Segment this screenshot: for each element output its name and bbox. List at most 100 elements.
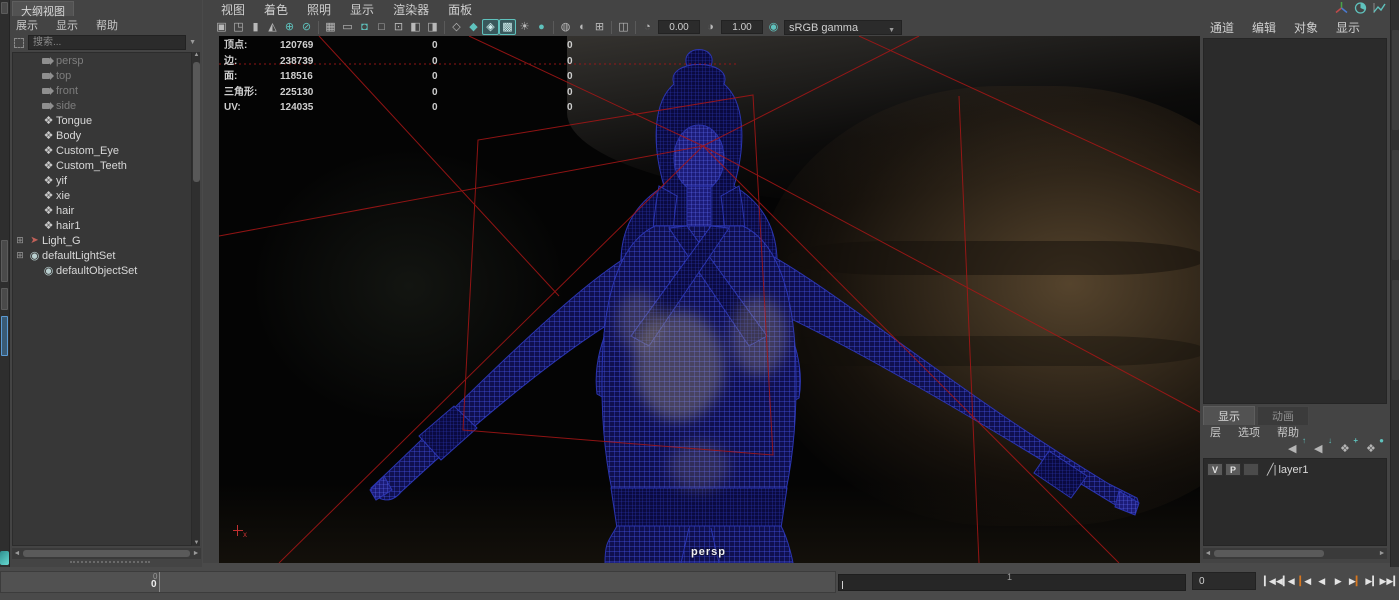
step-back-key-button[interactable]: ▎◀ [1297,570,1314,592]
outliner-title-tab[interactable]: 大纲视图 [12,1,74,18]
tree-item-xie[interactable]: ❖ xie [13,188,191,203]
move-layer-down-icon[interactable]: ◀ ↓ [1314,436,1332,455]
layer-color-swatch[interactable] [1243,463,1259,476]
field-chart-icon[interactable]: ⊡ [390,20,407,35]
layer-visible-toggle[interactable]: V [1207,463,1223,476]
wireframe-icon[interactable]: ◇ [448,20,465,35]
expand-icon[interactable]: ⊞ [13,235,27,246]
layer-row[interactable]: V P ╱| layer1 [1204,461,1386,478]
time-slider[interactable]: 0 0 [0,571,836,593]
scrollbar-thumb[interactable] [193,62,200,182]
ao-icon[interactable]: ◍ [557,20,574,35]
viewport-menu-view[interactable]: 视图 [219,1,247,17]
tree-item-side[interactable]: side [13,98,191,113]
expand-icon[interactable]: ⊞ [13,250,27,261]
go-to-end-button[interactable]: ▶▶▎ [1380,570,1399,592]
sidebar-vertical-tabs[interactable] [1390,0,1399,600]
search-input[interactable]: 搜索... [28,35,187,50]
grid-icon[interactable]: ▦ [322,20,339,35]
range-slider[interactable]: 1 [838,572,1186,591]
play-backwards-button[interactable]: ◀ [1314,570,1331,592]
tree-item-default-light-set[interactable]: ⊞ ◉ defaultLightSet [13,248,191,263]
tree-item-top[interactable]: top [13,68,191,83]
current-frame-field[interactable]: 0 [1192,572,1256,590]
gate-mask-icon[interactable]: □ [373,20,390,35]
step-back-frame-button[interactable]: ▎◀ [1281,570,1298,592]
layer-playback-toggle[interactable]: P [1225,463,1241,476]
menu-help[interactable]: 帮助 [1275,424,1301,440]
tree-item-hair1[interactable]: ❖ hair1 [13,218,191,233]
outliner-menu-help[interactable]: 帮助 [94,17,120,32]
channel-box-empty-area[interactable] [1203,38,1387,404]
playhead[interactable] [159,572,160,592]
scrollbar-thumb[interactable] [1214,550,1324,557]
tree-item-light-g[interactable]: ⊞ ➤ Light_G [13,233,191,248]
viewport-menu-shading[interactable]: 着色 [262,1,290,17]
gauge-icon[interactable] [1354,2,1367,14]
select-mode-icon[interactable] [14,37,24,48]
xray-icon[interactable]: ◫ [615,20,632,35]
safe-title-icon[interactable]: ◨ [424,20,441,35]
bookmark-icon[interactable]: ▮ [247,20,264,35]
outliner-menu-display[interactable]: 展示 [14,17,40,32]
step-forward-frame-button[interactable]: ▶▎ [1363,570,1380,592]
gamma-field[interactable]: 1.00 [721,20,763,34]
scroll-up-icon[interactable]: ▲ [192,52,201,58]
menu-object[interactable]: 对象 [1292,19,1320,36]
add-to-layer-icon[interactable]: ❖ + [1340,436,1358,455]
menu-channels[interactable]: 通道 [1208,19,1236,36]
colorspace-dropdown[interactable]: sRGB gamma ▼ [784,19,902,35]
toolbox-corner-icon[interactable] [0,551,9,565]
pan-zoom-icon[interactable]: ⊕ [281,20,298,35]
tree-item-default-object-set[interactable]: ◉ defaultObjectSet [13,263,191,278]
step-forward-key-button[interactable]: ▶▎ [1347,570,1364,592]
scroll-left-icon[interactable]: ◄ [12,550,22,557]
play-forwards-button[interactable]: ▶ [1330,570,1347,592]
multisample-icon[interactable]: ▩ [499,19,516,35]
menu-options[interactable]: 选项 [1236,424,1262,440]
layer-horizontal-scrollbar[interactable]: ◄ ► [1203,548,1387,559]
scroll-left-icon[interactable]: ◄ [1203,550,1213,557]
exposure-field[interactable]: 0.00 [658,20,700,34]
outliner-horizontal-scrollbar[interactable]: ◄ ► [12,548,201,559]
film-gate-icon[interactable]: ▭ [339,20,356,35]
exposure-icon[interactable]: ◔ [639,20,656,35]
tree-item-yif[interactable]: ❖ yif [13,173,191,188]
menu-layers[interactable]: 层 [1208,424,1223,440]
resolution-gate-icon[interactable]: ◘ [356,20,373,35]
search-dropdown-icon[interactable]: ▼ [189,39,196,46]
toolbox-button-active[interactable] [1,316,8,356]
graph-icon[interactable] [1373,2,1386,14]
tree-item-hair[interactable]: ❖ hair [13,203,191,218]
tree-item-front[interactable]: front [13,83,191,98]
gamma-icon[interactable]: ◑ [702,20,719,35]
toolbox-button[interactable] [1,240,8,282]
scrollbar-thumb[interactable] [23,550,190,557]
menu-show[interactable]: 显示 [1334,19,1362,36]
snap-icon[interactable]: ⊘ [298,20,315,35]
tree-item-persp[interactable]: persp [13,53,191,68]
tab-anim[interactable]: 动画 [1257,406,1309,425]
textured-icon[interactable]: ◈ [482,19,499,35]
viewport-menu-renderer[interactable]: 渲染器 [391,1,431,17]
viewport-menu-lighting[interactable]: 照明 [305,1,333,17]
select-camera-icon[interactable]: ▣ [213,20,230,35]
shaded-icon[interactable]: ◆ [465,20,482,35]
viewport-menu-panels[interactable]: 面板 [446,1,474,17]
go-to-start-button[interactable]: ▎◀◀ [1264,570,1283,592]
toolbox-button[interactable] [1,2,8,14]
tab-display[interactable]: 显示 [1203,406,1255,425]
isolate-select-icon[interactable]: ⊞ [591,20,608,35]
scroll-right-icon[interactable]: ► [1377,550,1387,557]
lights-icon[interactable]: ☀ [516,20,533,35]
outliner-vertical-scrollbar[interactable]: ▲ ▼ [191,52,200,546]
new-layer-icon[interactable]: ❖ ● [1366,436,1384,455]
tree-item-tongue[interactable]: ❖ Tongue [13,113,191,128]
scroll-down-icon[interactable]: ▼ [192,540,201,546]
motion-blur-icon[interactable]: ◐ [574,20,591,35]
panel-resize-grip[interactable] [70,561,150,563]
menu-edit[interactable]: 编辑 [1250,19,1278,36]
outliner-menu-show[interactable]: 显示 [54,17,80,32]
safe-action-icon[interactable]: ◧ [407,20,424,35]
tree-item-body[interactable]: ❖ Body [13,128,191,143]
